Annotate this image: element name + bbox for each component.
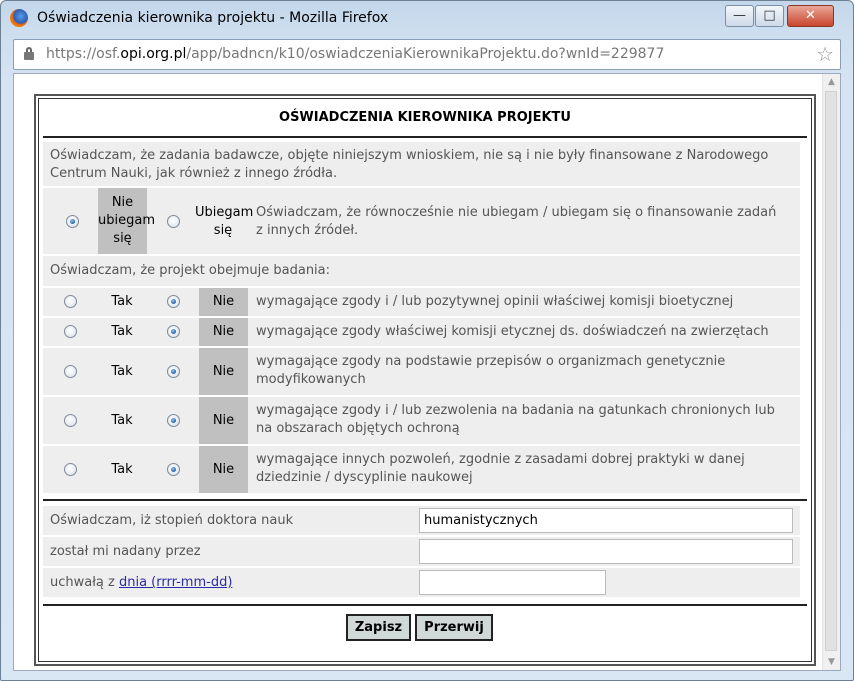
vertical-scrollbar[interactable]: ▲ ▼	[822, 74, 840, 670]
research-2-no-label: Nie	[212, 324, 235, 339]
funding-no-label: Nie ubiegam się	[98, 195, 155, 246]
research-4-yes-label: Tak	[111, 413, 133, 428]
funding-text: Oświadczam, że równocześnie nie ubiegam …	[256, 205, 777, 238]
maximize-icon[interactable]: □	[755, 5, 784, 27]
url-bar[interactable]: https://osf.opi.org.pl/app/badncn/k10/os…	[13, 39, 841, 70]
divider	[43, 136, 807, 138]
scroll-down-icon[interactable]: ▼	[823, 657, 840, 667]
research-3-text: wymagające zgody na podstawie przepisów …	[256, 354, 726, 387]
granted-by-label: został mi nadany przez	[50, 544, 201, 559]
research-5-yes-radio[interactable]	[64, 463, 77, 476]
declarations-form: OŚWIADCZENIA KIEROWNIKA PROJEKTU Oświadc…	[34, 94, 816, 666]
cancel-button[interactable]: Przerwij	[415, 614, 493, 641]
research-4-no-label: Nie	[212, 413, 235, 428]
research-2-text: wymagające zgody właściwej komisji etycz…	[256, 324, 769, 339]
close-icon[interactable]: ✕	[787, 5, 834, 27]
research-5-text: wymagające innych pozwoleń, zgodnie z za…	[256, 452, 745, 485]
url-text[interactable]: https://osf.opi.org.pl/app/badncn/k10/os…	[46, 46, 664, 62]
save-button[interactable]: Zapisz	[346, 614, 411, 641]
research-3-no-label: Nie	[212, 364, 235, 379]
funding-no-radio[interactable]	[66, 215, 79, 228]
browser-window: Oświadczenia kierownika projektu - Mozil…	[0, 0, 854, 681]
title-bar: Oświadczenia kierownika projektu - Mozil…	[1, 1, 853, 35]
research-3-no-radio[interactable]	[167, 365, 180, 378]
form-header: OŚWIADCZENIA KIEROWNIKA PROJEKTU	[279, 110, 571, 125]
divider	[43, 604, 807, 606]
minimize-icon[interactable]: —	[725, 5, 754, 27]
resolution-date-link[interactable]: dnia (rrrr-mm-dd)	[119, 575, 232, 590]
page-content: ▲ ▼ OŚWIADCZENIA KIEROWNIKA PROJEKTU Ośw…	[13, 73, 841, 671]
granted-by-input[interactable]	[419, 539, 793, 564]
divider	[43, 499, 807, 501]
window-title: Oświadczenia kierownika projektu - Mozil…	[37, 10, 389, 26]
scrollbar-thumb[interactable]	[825, 91, 837, 651]
research-1-yes-radio[interactable]	[64, 295, 77, 308]
research-5-no-radio[interactable]	[167, 463, 180, 476]
funding-yes-label: Ubiegam się	[195, 205, 254, 238]
research-3-yes-label: Tak	[111, 364, 133, 379]
research-1-no-label: Nie	[212, 294, 235, 309]
research-4-no-radio[interactable]	[167, 414, 180, 427]
research-4-yes-radio[interactable]	[64, 414, 77, 427]
resolution-date-input[interactable]	[419, 570, 606, 595]
research-1-yes-label: Tak	[111, 294, 133, 309]
funding-yes-radio[interactable]	[167, 215, 180, 228]
research-2-no-radio[interactable]	[167, 325, 180, 338]
research-2-yes-radio[interactable]	[64, 325, 77, 338]
research-1-text: wymagające zgody i / lub pozytywnej opin…	[256, 294, 734, 309]
research-5-yes-label: Tak	[111, 462, 133, 477]
scroll-up-icon[interactable]: ▲	[823, 77, 840, 87]
degree-label: Oświadczam, iż stopień doktora nauk	[50, 513, 294, 528]
firefox-logo-icon	[10, 9, 28, 27]
research-5-no-label: Nie	[212, 462, 235, 477]
intro-text: Oświadczam, że zadania badawcze, objęte …	[50, 148, 769, 181]
research-4-text: wymagające zgody i / lub zezwolenia na b…	[256, 403, 775, 436]
bookmark-star-icon[interactable]: ☆	[816, 42, 834, 66]
research-3-yes-radio[interactable]	[64, 365, 77, 378]
resolution-label: uchwałą z dnia (rrrr-mm-dd)	[50, 575, 233, 590]
degree-input[interactable]: humanistycznych	[419, 508, 793, 533]
lock-icon	[24, 47, 34, 60]
research-2-yes-label: Tak	[111, 324, 133, 339]
research-intro: Oświadczam, że projekt obejmuje badania:	[50, 263, 331, 278]
research-1-no-radio[interactable]	[167, 295, 180, 308]
